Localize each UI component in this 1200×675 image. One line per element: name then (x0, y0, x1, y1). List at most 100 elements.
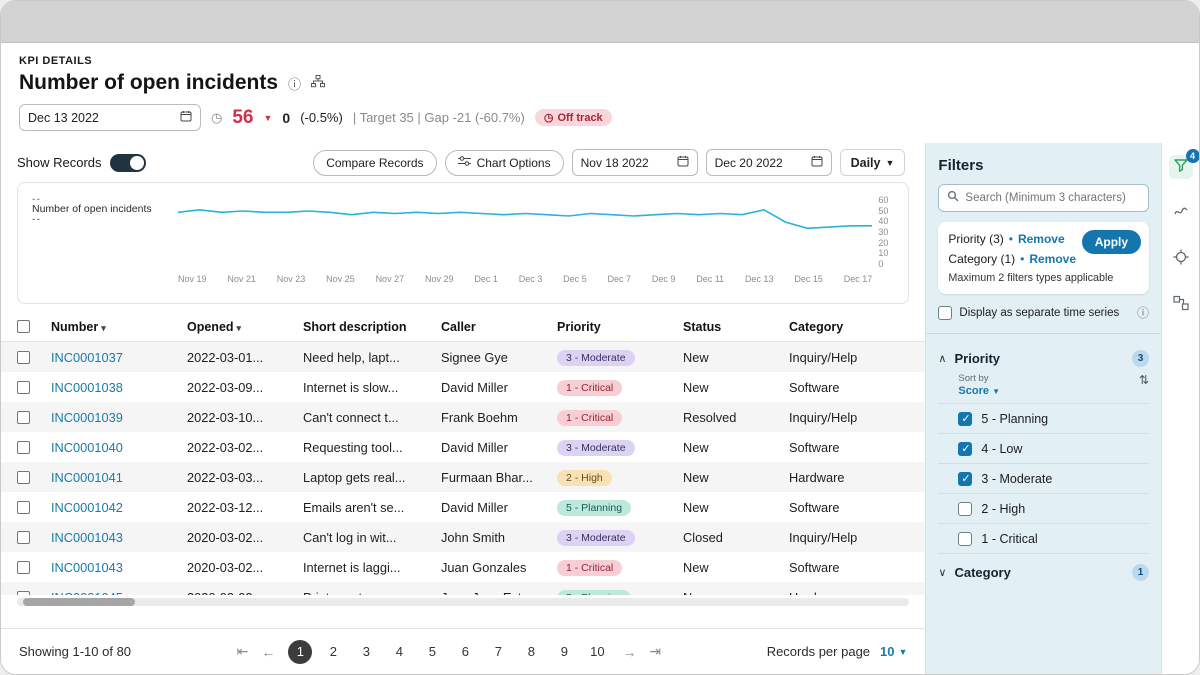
filter-option[interactable]: 3 - Moderate (938, 464, 1149, 494)
column-header-number[interactable]: Number▾ (51, 320, 187, 334)
filter-checkbox[interactable] (958, 502, 972, 516)
divider (926, 333, 1161, 334)
filter-checkbox[interactable] (958, 412, 972, 426)
row-checkbox[interactable] (17, 561, 30, 574)
range-start-date[interactable]: Nov 18 2022 (572, 149, 698, 176)
records-per-page-label: Records per page (767, 644, 870, 659)
category-section-title: Category (954, 565, 1010, 580)
remove-filter-link[interactable]: Remove (1018, 232, 1065, 246)
page-button[interactable]: 1 (288, 640, 312, 664)
chevron-down-icon: ▼ (992, 387, 1000, 396)
filter-checkbox[interactable] (958, 532, 972, 546)
priority-badge: 3 - Moderate (557, 350, 635, 366)
row-checkbox[interactable] (17, 351, 30, 364)
incident-link[interactable]: INC0001040 (51, 440, 187, 455)
info-icon[interactable]: ⓘ (288, 74, 301, 93)
trend-down-icon[interactable]: ▼ (263, 113, 272, 123)
page-button[interactable]: 3 (354, 640, 378, 664)
column-header-priority[interactable]: Priority (557, 320, 683, 334)
remove-filter-link[interactable]: Remove (1029, 252, 1076, 266)
kpi-date-picker[interactable]: Dec 13 2022 (19, 104, 201, 131)
column-header-category[interactable]: Category (789, 320, 909, 334)
kpi-target-gap: | Target 35 | Gap -21 (-60.7%) (353, 110, 525, 125)
page-button[interactable]: 10 (585, 640, 609, 664)
incident-link[interactable]: INC0001043 (51, 560, 187, 575)
row-checkbox[interactable] (17, 411, 30, 424)
cell-caller: David Miller (441, 500, 557, 515)
incident-link[interactable]: INC0001041 (51, 470, 187, 485)
hierarchy-icon[interactable] (311, 75, 325, 91)
category-section-header[interactable]: ∨ Category 1 (938, 554, 1149, 591)
incident-link[interactable]: INC0001043 (51, 530, 187, 545)
incident-link[interactable]: INC0001039 (51, 410, 187, 425)
sort-direction-icon[interactable]: ⇅ (1139, 373, 1149, 387)
y-tick-label: 10 (878, 248, 898, 258)
page-button[interactable]: 2 (321, 640, 345, 664)
priority-badge: 1 - Critical (557, 560, 622, 576)
target-rail-button[interactable] (1169, 247, 1193, 271)
filter-search[interactable] (938, 184, 1149, 212)
apply-filters-button[interactable]: Apply (1082, 230, 1141, 254)
prev-page-icon[interactable]: ← (261, 644, 275, 660)
row-checkbox[interactable] (17, 531, 30, 544)
filters-rail-button[interactable]: 4 (1169, 155, 1193, 179)
info-icon[interactable]: ⓘ (1137, 304, 1149, 321)
main-content: Show Records Compare Records Chart Optio… (1, 143, 925, 674)
filter-option[interactable]: 2 - High (938, 494, 1149, 524)
row-checkbox[interactable] (17, 501, 30, 514)
page-button[interactable]: 6 (453, 640, 477, 664)
column-header-status[interactable]: Status (683, 320, 789, 334)
records-per-page-dropdown[interactable]: 10 ▼ (880, 644, 907, 659)
priority-badge: 3 - Moderate (557, 530, 635, 546)
y-tick-label: 0 (878, 259, 898, 269)
cell-status: Resolved (683, 410, 789, 425)
sort-field-dropdown[interactable]: Score ▼ (958, 385, 1000, 397)
page-button[interactable]: 9 (552, 640, 576, 664)
chart-options-button[interactable]: Chart Options (445, 150, 564, 176)
priority-badge: 2 - High (557, 470, 612, 486)
x-axis: Nov 19Nov 21Nov 23Nov 25Nov 27Nov 29Dec … (178, 274, 898, 284)
column-header-opened[interactable]: Opened▾ (187, 320, 303, 334)
filter-checkbox[interactable] (958, 472, 972, 486)
last-page-icon[interactable]: ⇥ (649, 643, 661, 660)
filter-search-input[interactable] (965, 192, 1140, 204)
priority-section-title: Priority (954, 351, 1000, 366)
interval-dropdown[interactable]: Daily ▼ (840, 149, 906, 176)
row-checkbox[interactable] (17, 471, 30, 484)
show-records-toggle[interactable] (110, 154, 146, 172)
range-end-date[interactable]: Dec 20 2022 (706, 149, 832, 176)
filter-option[interactable]: 5 - Planning (938, 404, 1149, 434)
insights-rail-button[interactable] (1169, 201, 1193, 225)
row-checkbox[interactable] (17, 591, 30, 596)
page-button[interactable]: 8 (519, 640, 543, 664)
select-all-checkbox[interactable] (17, 320, 30, 333)
compare-records-button[interactable]: Compare Records (313, 150, 436, 176)
page-button[interactable]: 7 (486, 640, 510, 664)
row-checkbox[interactable] (17, 381, 30, 394)
filter-option[interactable]: 4 - Low (938, 434, 1149, 464)
incident-link[interactable]: INC0001042 (51, 500, 187, 515)
first-page-icon[interactable]: ⇤ (237, 643, 249, 660)
incident-link[interactable]: INC0001045 (51, 590, 187, 596)
page-button[interactable]: 4 (387, 640, 411, 664)
row-checkbox[interactable] (17, 441, 30, 454)
incident-link[interactable]: INC0001038 (51, 380, 187, 395)
next-page-icon[interactable]: → (622, 644, 636, 660)
filter-checkbox[interactable] (958, 442, 972, 456)
chart-legend: -- Number of open incidents -- (28, 191, 178, 299)
sort-controls: Sort by Score ▼ ⇅ (938, 373, 1149, 397)
window-chrome (1, 1, 1199, 43)
page-button[interactable]: 5 (420, 640, 444, 664)
priority-section-header[interactable]: ∧ Priority 3 (938, 350, 1149, 367)
cell-opened: 2020-03-02... (187, 530, 303, 545)
x-tick-label: Nov 27 (376, 274, 405, 284)
filter-option[interactable]: 1 - Critical (938, 524, 1149, 554)
scrollbar-thumb[interactable] (23, 598, 135, 606)
column-header-short-description[interactable]: Short description (303, 320, 441, 334)
table-row: INC0001045 2020-03-02... Printer not wor… (1, 582, 925, 595)
workflow-rail-button[interactable] (1169, 293, 1193, 317)
table-row: INC0001038 2022-03-09... Internet is slo… (1, 372, 925, 402)
incident-link[interactable]: INC0001037 (51, 350, 187, 365)
separate-series-checkbox[interactable] (938, 306, 952, 320)
column-header-caller[interactable]: Caller (441, 320, 557, 334)
